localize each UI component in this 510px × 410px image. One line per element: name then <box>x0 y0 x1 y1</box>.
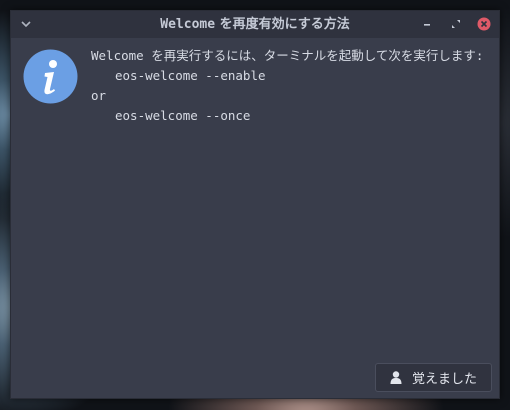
dialog-window: Welcome を再度有効にする方法 Welcome を再実行するには、ターミナ… <box>10 10 500 399</box>
command-enable: eos-welcome --enable <box>115 68 266 83</box>
got-it-button[interactable]: 覚えました <box>375 363 492 392</box>
message-line: Welcome を再実行するには、ターミナルを起動して次を実行します: <box>91 48 484 63</box>
got-it-button-label: 覚えました <box>411 372 477 387</box>
info-icon <box>23 49 78 104</box>
maximize-icon[interactable] <box>449 17 463 31</box>
message-text: Welcome を再実行するには、ターミナルを起動して次を実行します: eos-… <box>91 46 493 126</box>
window-title-app: Welcome <box>160 17 216 32</box>
message-or: or <box>91 88 107 103</box>
title-bar[interactable]: Welcome を再度有効にする方法 <box>11 11 499 38</box>
command-once: eos-welcome --once <box>115 108 251 123</box>
close-icon[interactable] <box>477 17 491 31</box>
window-title-text: を再度有効にする方法 <box>215 17 350 32</box>
user-icon <box>390 371 402 384</box>
minimize-icon[interactable] <box>420 17 434 31</box>
